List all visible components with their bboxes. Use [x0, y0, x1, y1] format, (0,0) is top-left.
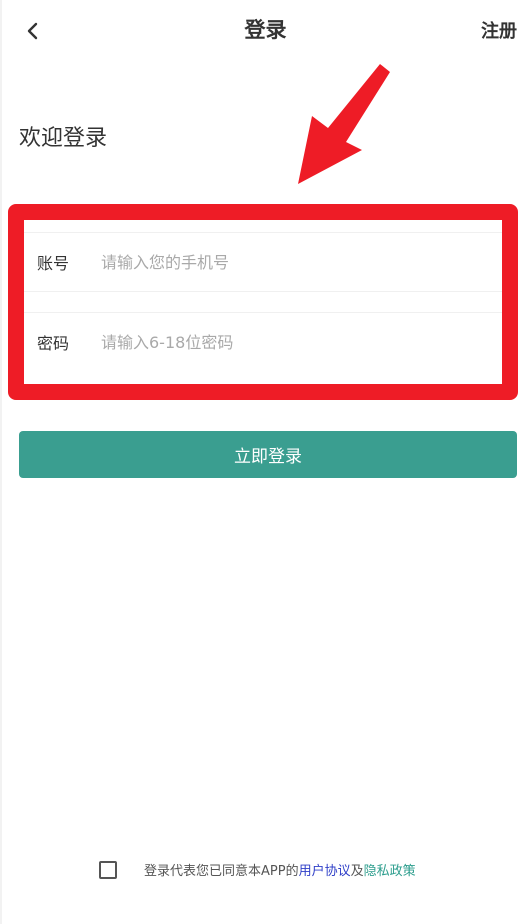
account-input[interactable] — [99, 251, 502, 273]
password-input[interactable] — [99, 331, 502, 353]
nav-bar: 登录 注册 — [0, 0, 531, 60]
register-button[interactable]: 注册 — [481, 17, 517, 43]
agreement-prefix: 登录代表您已同意本APP的 — [144, 864, 299, 879]
user-agreement-link[interactable]: 用户协议 — [299, 860, 351, 879]
welcome-heading: 欢迎登录 — [19, 126, 108, 151]
password-label: 密码 — [37, 334, 70, 353]
agreement-row: 登录代表您已同意本APP的 用户协议及隐私政策 — [99, 860, 416, 879]
agreement-conjunction: 及 — [350, 864, 364, 879]
login-button[interactable]: 立即登录 — [19, 431, 517, 478]
privacy-policy-link[interactable]: 隐私政策 — [364, 860, 416, 879]
password-row: 密码 — [24, 312, 502, 371]
highlight-box: 账号 密码 — [8, 204, 518, 400]
page-title: 登录 — [244, 18, 287, 42]
red-arrow-icon — [298, 64, 390, 184]
account-row: 账号 — [24, 232, 502, 292]
agreement-checkbox[interactable] — [99, 860, 117, 879]
account-label: 账号 — [37, 254, 70, 273]
left-edge-divider — [0, 0, 2, 924]
